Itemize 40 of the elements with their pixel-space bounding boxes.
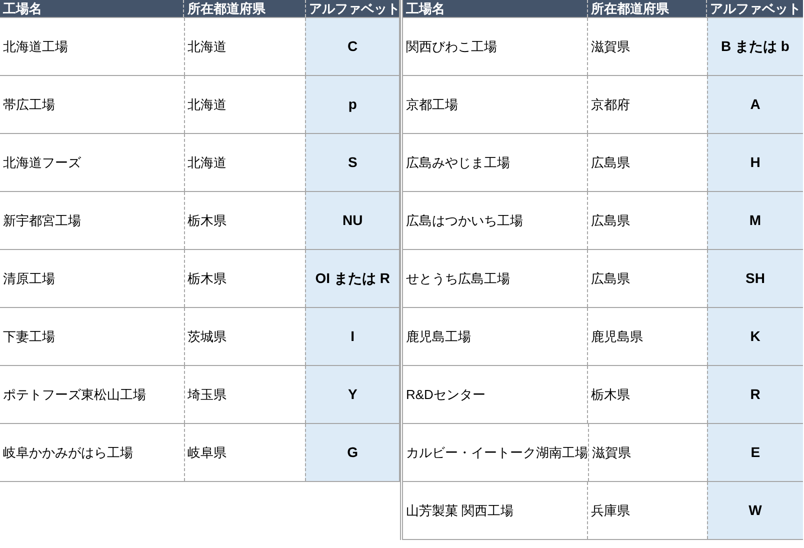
table-cell: W [706,482,803,539]
table-cell-text: 広島はつかいち工場 [405,212,524,230]
table-cell: SH [706,250,803,307]
table-cell-text: 京都工場 [405,96,459,114]
table-cell: K [706,308,803,365]
table-cell-text: カルビー・イートーク湖南工場 [405,444,588,462]
table-cell: B または b [706,18,803,75]
column-header: 工場名 [2,0,43,17]
table-cell: NU [305,192,399,249]
table-cell: G [305,424,399,481]
column-header: アルファベット [706,0,803,17]
table-cell: p [305,76,399,133]
table-cell: OI または R [305,250,399,307]
table-cell-text: 鹿児島工場 [405,328,472,346]
table-cell-text: ポテトフーズ東松山工場 [2,386,147,404]
table-cell: E [706,424,803,481]
table-cell-text: 北海道工場 [2,38,69,56]
column-header: 工場名 [405,0,446,17]
table-cell-text: R&Dセンター [405,386,486,404]
table-cell-text: せとうち広島工場 [405,270,511,288]
table-cell: A [706,76,803,133]
table-cell-text: 清原工場 [2,270,56,288]
table-cell: Y [305,366,399,423]
column-header: アルファベット [305,0,399,17]
table-cell-text: 新宇都宮工場 [2,212,82,230]
table-cell-text: 北海道フーズ [2,154,82,172]
column-header: 所在都道府県 [586,0,706,17]
table-cell: S [305,134,399,191]
table-cell-text: 広島みやじま工場 [405,154,511,172]
table-cell: I [305,308,399,365]
table-cell: C [305,18,399,75]
table-cell: H [706,134,803,191]
table-cell-text: 下妻工場 [2,328,56,346]
table-cell: M [706,192,803,249]
table-cell-text: 山芳製菓 関西工場 [405,502,515,520]
table-cell-text: 岐阜かかみがはら工場 [2,444,134,462]
table-cell-text: 関西びわこ工場 [405,38,498,56]
table-cell: R [706,366,803,423]
column-header: 所在都道府県 [183,0,305,17]
table-cell-text: 帯広工場 [2,96,56,114]
